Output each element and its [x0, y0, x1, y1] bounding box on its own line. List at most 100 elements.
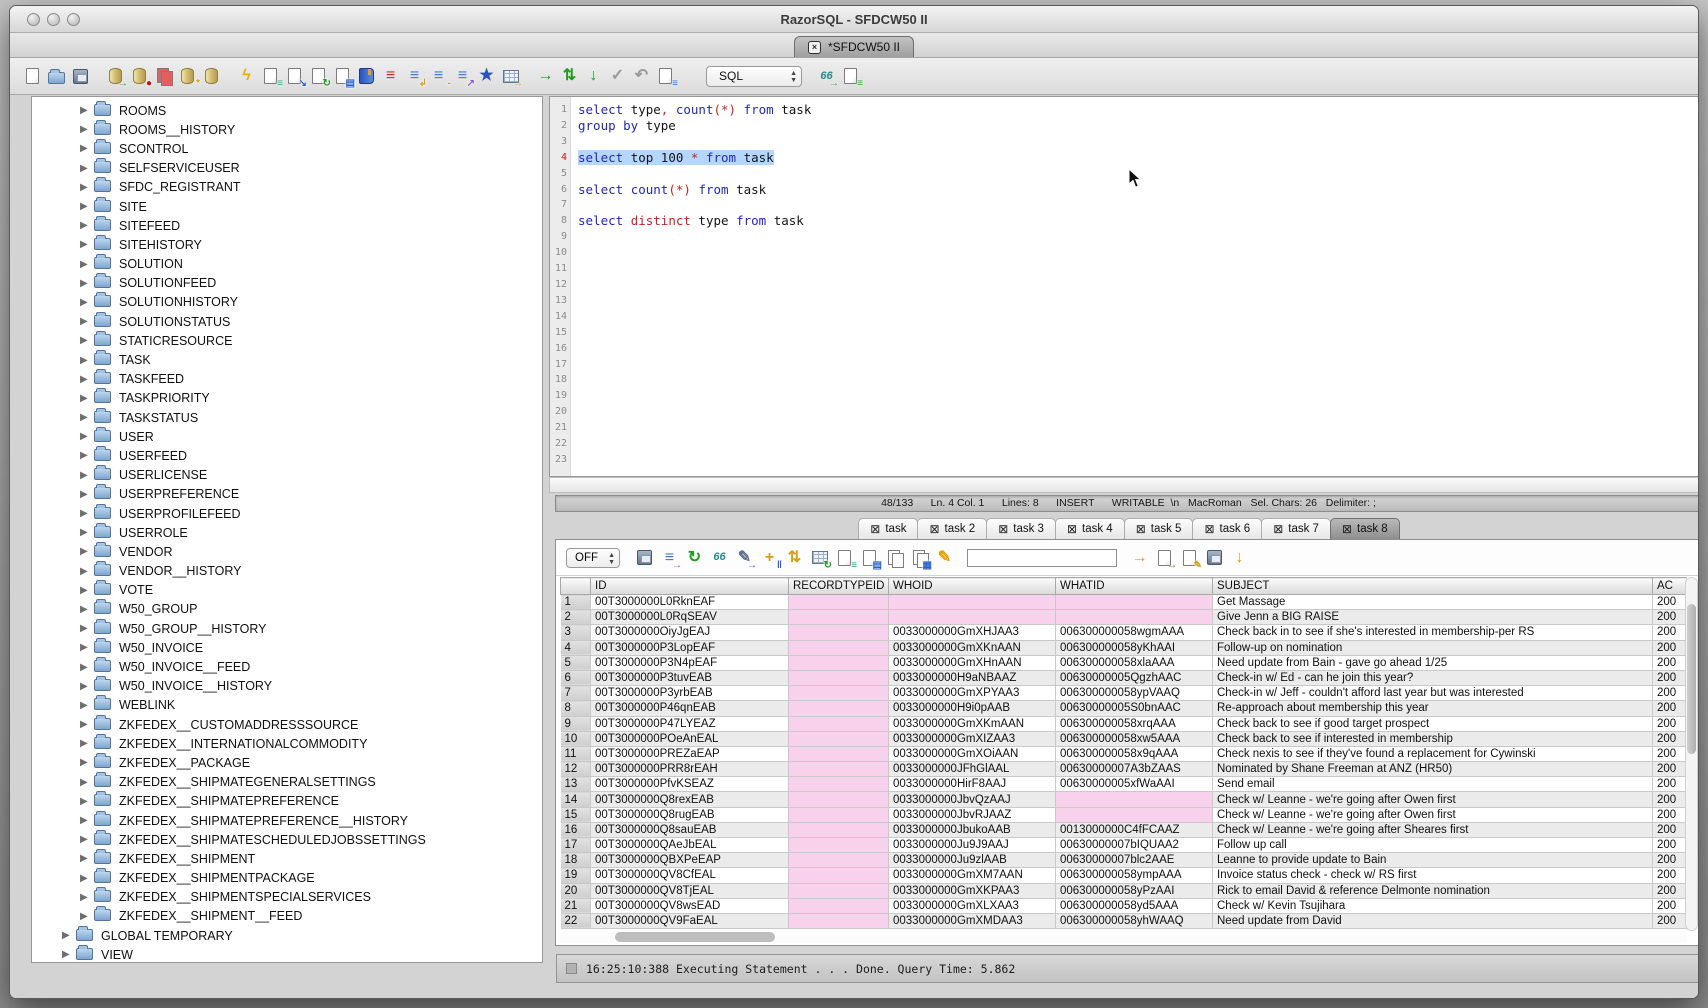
- editor-line[interactable]: [578, 388, 811, 404]
- tree-item[interactable]: ▶GLOBAL TEMPORARY: [32, 926, 542, 945]
- table-cell[interactable]: 200: [1653, 731, 1688, 746]
- table-cell[interactable]: 0033000000Ju9J9AAJ: [889, 838, 1056, 853]
- table-cell[interactable]: 0033000000GmXKmAAN: [889, 716, 1056, 731]
- expand-triangle-icon[interactable]: ▶: [80, 259, 94, 270]
- form-list-icon[interactable]: ≡: [840, 65, 861, 87]
- table-cell[interactable]: [789, 792, 889, 807]
- expand-triangle-icon[interactable]: ▶: [80, 278, 94, 289]
- table-row[interactable]: 200T3000000L0RqSEAVGive Jenn a BIG RAISE…: [561, 610, 1688, 625]
- table-cell[interactable]: 006300000058yPzAAI: [1056, 883, 1213, 898]
- table-cell[interactable]: 200: [1653, 762, 1688, 777]
- row-number[interactable]: 18: [561, 853, 591, 868]
- table-cell[interactable]: 0033000000H9aNBAAZ: [889, 670, 1056, 685]
- table-cell[interactable]: 200: [1653, 898, 1688, 913]
- expand-triangle-icon[interactable]: ▶: [80, 681, 94, 692]
- expand-triangle-icon[interactable]: ▶: [80, 239, 94, 250]
- table-cell[interactable]: 0013000000C4fFCAAZ: [1056, 822, 1213, 837]
- expand-triangle-icon[interactable]: ▶: [80, 105, 94, 116]
- table-cell[interactable]: 00T3000000QBXPeEAP: [591, 853, 789, 868]
- tree-item[interactable]: ▶TASKPRIORITY: [32, 389, 542, 408]
- connect-database-icon[interactable]: →: [105, 65, 126, 87]
- grid-horizontal-scrollbar[interactable]: [560, 931, 1687, 943]
- query-mode-select[interactable]: SQL ▲▼: [706, 66, 802, 87]
- tree-item[interactable]: ▶TASKFEED: [32, 370, 542, 389]
- row-number[interactable]: 13: [561, 777, 591, 792]
- tree-item[interactable]: ▶SOLUTIONHISTORY: [32, 293, 542, 312]
- disconnect-database-icon[interactable]: ●: [129, 65, 150, 87]
- table-cell[interactable]: [1056, 610, 1213, 625]
- tree-item[interactable]: ▶SOLUTIONSTATUS: [32, 312, 542, 331]
- expand-triangle-icon[interactable]: ▶: [80, 124, 94, 135]
- row-number[interactable]: 10: [561, 731, 591, 746]
- table-cell[interactable]: 006300000058wgmAAA: [1056, 625, 1213, 640]
- editor-line[interactable]: [578, 420, 811, 436]
- table-cell[interactable]: Check w/ Kevin Tsujihara: [1213, 898, 1653, 913]
- tree-item[interactable]: ▶USERPREFERENCE: [32, 485, 542, 504]
- table-cell[interactable]: 00630000007A3bZAAS: [1056, 762, 1213, 777]
- editor-line[interactable]: select distinct type from task: [578, 213, 811, 229]
- form-view-icon[interactable]: ≡: [834, 547, 855, 569]
- table-cell[interactable]: 00T3000000Q8rugEAB: [591, 807, 789, 822]
- table-cell[interactable]: 00T3000000P46qnEAB: [591, 701, 789, 716]
- expand-triangle-icon[interactable]: ▶: [80, 470, 94, 481]
- tree-item[interactable]: ▶ZKFEDEX__SHIPMENT: [32, 849, 542, 868]
- tree-item[interactable]: ▶SITE: [32, 197, 542, 216]
- table-cell[interactable]: 0033000000GmXLXAA3: [889, 898, 1056, 913]
- table-cell[interactable]: 00T3000000PRR8rEAH: [591, 762, 789, 777]
- table-cell[interactable]: 200: [1653, 853, 1688, 868]
- tree-item[interactable]: ▶USERFEED: [32, 446, 542, 465]
- table-cell[interactable]: 006300000058ympAAA: [1056, 868, 1213, 883]
- table-row[interactable]: 300T3000000OiyJgEAJ0033000000GmXHJAA3006…: [561, 625, 1688, 640]
- tree-item[interactable]: ▶SITEHISTORY: [32, 235, 542, 254]
- new-file-icon[interactable]: [22, 65, 43, 87]
- table-row[interactable]: 900T3000000P47LYEAZ0033000000GmXKmAAN006…: [561, 716, 1688, 731]
- expand-triangle-icon[interactable]: ▶: [80, 757, 94, 768]
- editor-line[interactable]: [578, 229, 811, 245]
- tree-item[interactable]: ▶SFDC_REGISTRANT: [32, 178, 542, 197]
- table-cell[interactable]: 00630000005xfWaAAI: [1056, 777, 1213, 792]
- execute-sql-icon[interactable]: ϟ: [236, 65, 257, 87]
- row-number[interactable]: 14: [561, 792, 591, 807]
- table-cell[interactable]: 00T3000000Q8rexEAB: [591, 792, 789, 807]
- table-cell[interactable]: 00T3000000POeAnEAL: [591, 731, 789, 746]
- table-cell[interactable]: 200: [1653, 655, 1688, 670]
- table-cell[interactable]: 200: [1653, 822, 1688, 837]
- row-number[interactable]: 1: [561, 595, 591, 610]
- table-row[interactable]: 400T3000000P3LopEAF0033000000GmXKnAAN006…: [561, 640, 1688, 655]
- table-cell[interactable]: [789, 610, 889, 625]
- editor-line[interactable]: group by type: [578, 118, 811, 134]
- table-cell[interactable]: [789, 595, 889, 610]
- table-cell[interactable]: 200: [1653, 883, 1688, 898]
- table-row[interactable]: 1800T3000000QBXPeEAP0033000000Ju9zlAAB00…: [561, 853, 1688, 868]
- expand-triangle-icon[interactable]: ▶: [80, 566, 94, 577]
- table-cell[interactable]: 00T3000000L0RqSEAV: [591, 610, 789, 625]
- expand-triangle-icon[interactable]: ▶: [80, 585, 94, 596]
- tree-item[interactable]: ▶VENDOR: [32, 542, 542, 561]
- row-number[interactable]: 4: [561, 640, 591, 655]
- quotes-toggle-icon[interactable]: 66: [709, 547, 730, 569]
- table-cell[interactable]: 00630000007blc2AAE: [1056, 853, 1213, 868]
- expand-triangle-icon[interactable]: ▶: [80, 777, 94, 788]
- table-cell[interactable]: Need update from David: [1213, 913, 1653, 928]
- editor-line[interactable]: [578, 166, 811, 182]
- tree-item[interactable]: ▶ZKFEDEX__SHIPMENTPACKAGE: [32, 869, 542, 888]
- align-lines-icon[interactable]: ≡-: [428, 65, 449, 87]
- edit-cell-icon[interactable]: ✎→: [734, 547, 755, 569]
- table-cell[interactable]: [789, 868, 889, 883]
- expand-triangle-icon[interactable]: ▶: [80, 489, 94, 500]
- tree-item[interactable]: ▶ZKFEDEX__SHIPMENTSPECIALSERVICES: [32, 888, 542, 907]
- tab-close-icon[interactable]: ⊠: [1273, 523, 1283, 535]
- row-number[interactable]: 7: [561, 686, 591, 701]
- tree-item[interactable]: ▶ZKFEDEX__SHIPMATEPREFERENCE__HISTORY: [32, 811, 542, 830]
- column-header[interactable]: WHATID: [1056, 578, 1213, 595]
- table-cell[interactable]: Nominated by Shane Freeman at ANZ (HR50): [1213, 762, 1653, 777]
- result-tab[interactable]: ⊠task 2: [917, 518, 987, 539]
- row-number[interactable]: 19: [561, 868, 591, 883]
- editor-line[interactable]: [578, 357, 811, 373]
- editor-line[interactable]: [578, 261, 811, 277]
- table-cell[interactable]: 00630000007bIQUAA2: [1056, 838, 1213, 853]
- sort-updown-icon[interactable]: ⇅: [784, 547, 805, 569]
- table-cell[interactable]: 200: [1653, 913, 1688, 928]
- expand-triangle-icon[interactable]: ▶: [80, 143, 94, 154]
- expand-triangle-icon[interactable]: ▶: [80, 604, 94, 615]
